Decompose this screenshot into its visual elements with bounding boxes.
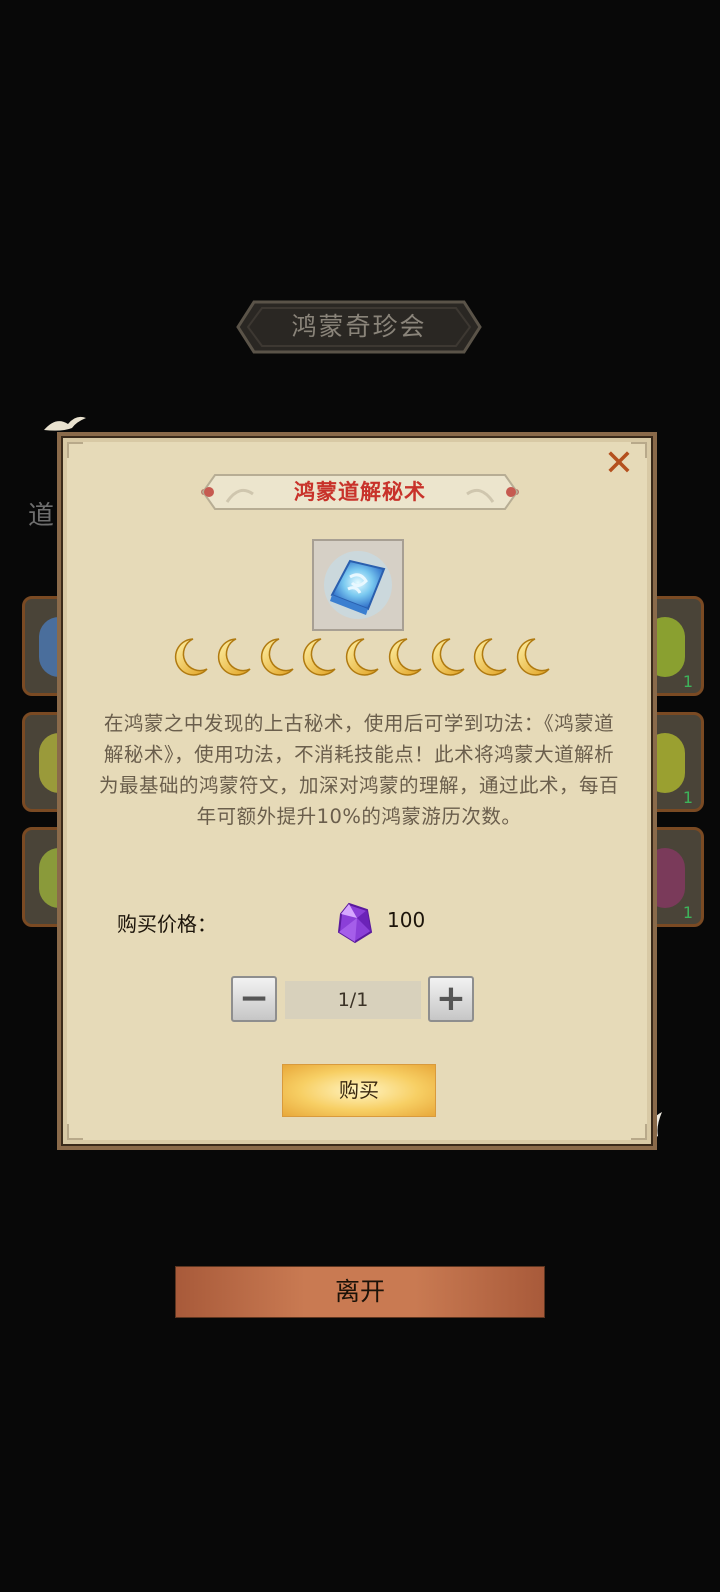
crescent-moon-icon [388,638,422,676]
crescent-moon-icon [516,638,550,676]
crescent-moon-icon [174,638,208,676]
star-rating [171,636,551,680]
price-value: 100 [387,908,426,932]
slot-count: 1 [682,903,693,922]
crescent-moon-icon [474,638,507,676]
price-label: 购买价格： [117,912,217,936]
skill-book-icon [324,551,392,619]
purple-gem-icon [337,902,373,944]
leave-button-label: 离开 [334,1277,385,1306]
crescent-moon-icon [345,638,379,676]
category-label: 道 [28,501,55,531]
quantity-increase-button[interactable]: + [428,976,474,1022]
buy-button[interactable]: 购买 [282,1064,436,1117]
corner-ornament [67,1124,83,1140]
crescent-moon-icon [217,638,251,676]
shop-title: 鸿蒙奇珍会 [291,312,427,341]
dialog-title: 鸿蒙道解秘术 [294,480,426,504]
dialog-title-banner: 鸿蒙道解秘术 [201,472,519,512]
corner-ornament [631,1124,647,1140]
close-icon[interactable]: ✕ [601,446,637,482]
item-icon-frame [312,539,404,631]
buy-button-label: 购买 [339,1078,379,1102]
item-purchase-dialog: ✕ 鸿蒙道解秘术 在鸿蒙之中发现的上古秘术，使用后可学到功法：《鸿蒙道解秘术》，… [57,432,657,1150]
corner-ornament [67,442,83,458]
quantity-display: 1/1 [285,981,421,1019]
slot-count: 1 [682,672,693,691]
leave-button[interactable]: 离开 [175,1266,545,1318]
quantity-decrease-button[interactable]: − [231,976,277,1022]
shop-title-banner: 鸿蒙奇珍会 [236,298,482,356]
crescent-moon-icon [260,638,294,676]
slot-count: 1 [682,788,693,807]
crescent-moon-icon [431,638,465,676]
item-description: 在鸿蒙之中发现的上古秘术，使用后可学到功法：《鸿蒙道解秘术》，使用功法，不消耗技… [99,712,620,828]
crescent-moon-icon [303,638,336,676]
